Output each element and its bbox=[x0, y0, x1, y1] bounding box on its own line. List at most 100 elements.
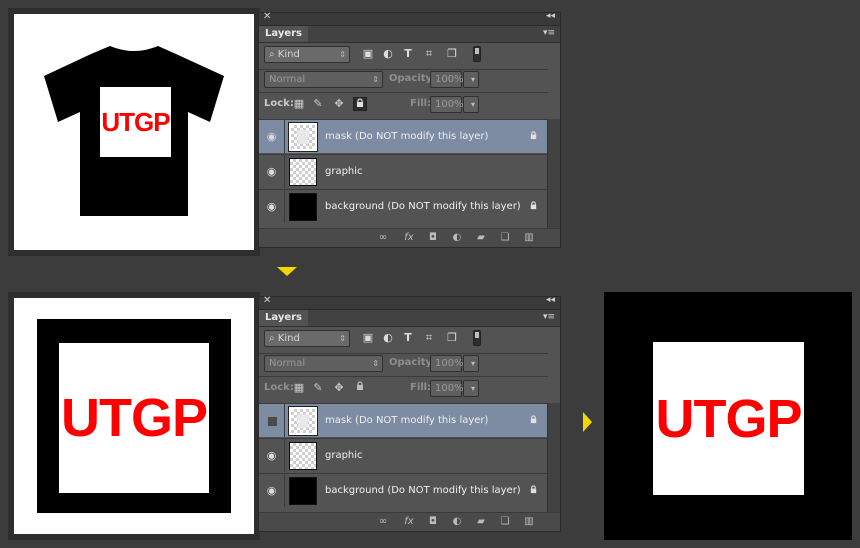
dropdown-arrow-icon: ▾ bbox=[470, 100, 475, 109]
updown-arrow-icon: ⇕ bbox=[372, 359, 379, 368]
collapse-icon[interactable]: ◂◂ bbox=[546, 11, 555, 21]
type-filter-icon[interactable]: T bbox=[401, 47, 415, 61]
lock-transparent-icon[interactable]: ▦ bbox=[292, 97, 306, 111]
layer-row-mask[interactable]: ◉ mask (Do NOT modify this layer) bbox=[259, 119, 548, 153]
tab-layers[interactable]: Layers bbox=[259, 310, 308, 326]
right-arrow-icon bbox=[583, 412, 592, 432]
eye-icon[interactable]: ◉ bbox=[259, 190, 285, 223]
blend-mode-select[interactable]: Normal ⇕ bbox=[264, 355, 383, 372]
panel-titlebar: ✕ ◂◂ bbox=[259, 295, 560, 310]
new-layer-icon[interactable]: ❏ bbox=[499, 232, 511, 244]
divider bbox=[259, 92, 548, 93]
filter-toggle[interactable] bbox=[473, 46, 481, 62]
layers-panel-bottom: ✕ ◂◂ Layers ▾≡ ⌕ Kind ⇕ ▣ ◐ T ⌗ ❐ Normal… bbox=[258, 295, 561, 532]
adjustment-icon[interactable]: ◐ bbox=[451, 516, 463, 528]
layer-row-background[interactable]: ◉ background (Do NOT modify this layer) bbox=[259, 189, 548, 223]
visibility-toggle-off[interactable] bbox=[259, 404, 285, 437]
blend-mode-select[interactable]: Normal ⇕ bbox=[264, 71, 383, 88]
filter-kind-select[interactable]: ⌕ Kind ⇕ bbox=[264, 46, 350, 63]
type-filter-icon[interactable]: T bbox=[401, 331, 415, 345]
add-mask-icon[interactable]: ◘ bbox=[427, 516, 439, 528]
close-icon[interactable]: ✕ bbox=[263, 295, 271, 306]
shape-filter-icon[interactable]: ⌗ bbox=[422, 331, 436, 345]
lock-label: Lock: bbox=[264, 382, 294, 393]
graphic-thumbnail bbox=[289, 158, 317, 186]
fill-dropdown[interactable]: ▾ bbox=[463, 380, 479, 397]
pixel-filter-icon[interactable]: ▣ bbox=[361, 331, 375, 345]
layer-row-graphic[interactable]: ◉ graphic bbox=[259, 154, 548, 188]
panel-tabbar: Layers ▾≡ bbox=[259, 26, 560, 43]
fx-icon[interactable]: fx bbox=[403, 516, 415, 528]
pixel-filter-icon[interactable]: ▣ bbox=[361, 47, 375, 61]
tab-layers[interactable]: Layers bbox=[259, 26, 308, 42]
link-icon[interactable]: ∞ bbox=[377, 232, 389, 244]
panel-menu-icon[interactable]: ▾≡ bbox=[543, 28, 555, 38]
result-logo-graphic: UTGP bbox=[653, 342, 804, 495]
smart-object-filter-icon[interactable]: ❐ bbox=[445, 47, 459, 61]
eye-icon[interactable]: ◉ bbox=[259, 439, 285, 472]
layer-row-graphic[interactable]: ◉ graphic bbox=[259, 438, 548, 472]
layers-scrollbar[interactable] bbox=[547, 403, 560, 513]
trash-icon[interactable]: ▥ bbox=[523, 516, 535, 528]
panel-tabbar: Layers ▾≡ bbox=[259, 310, 560, 327]
add-mask-icon[interactable]: ◘ bbox=[427, 232, 439, 244]
updown-arrow-icon: ⇕ bbox=[339, 50, 346, 59]
opacity-field[interactable]: 100% bbox=[430, 71, 464, 88]
lock-all-icon[interactable] bbox=[353, 97, 367, 111]
result-logo-text: UTGP bbox=[655, 388, 802, 449]
layer-row-background[interactable]: ◉ background (Do NOT modify this layer) bbox=[259, 473, 548, 507]
padlock-icon bbox=[530, 485, 537, 494]
background-thumbnail bbox=[289, 193, 317, 221]
opacity-value: 100% bbox=[435, 358, 464, 369]
fill-dropdown[interactable]: ▾ bbox=[463, 96, 479, 113]
lock-all-icon[interactable] bbox=[353, 381, 367, 395]
eye-icon[interactable]: ◉ bbox=[259, 155, 285, 188]
filter-toggle[interactable] bbox=[473, 330, 481, 346]
shape-filter-icon[interactable]: ⌗ bbox=[422, 47, 436, 61]
lock-image-icon[interactable]: ✎ bbox=[311, 381, 325, 395]
filter-kind-label: Kind bbox=[277, 49, 300, 60]
padlock-icon bbox=[530, 131, 537, 140]
folder-icon[interactable]: ▰ bbox=[475, 232, 487, 244]
opacity-label: Opacity: bbox=[389, 357, 437, 368]
top-logo-text: UTGP bbox=[101, 106, 170, 137]
filter-kind-select[interactable]: ⌕ Kind ⇕ bbox=[264, 330, 350, 347]
adjustment-icon[interactable]: ◐ bbox=[451, 232, 463, 244]
layer-name: mask (Do NOT modify this layer) bbox=[325, 131, 489, 142]
adjustment-filter-icon[interactable]: ◐ bbox=[381, 47, 395, 61]
opacity-dropdown[interactable]: ▾ bbox=[463, 355, 479, 372]
filter-kind-label: Kind bbox=[277, 333, 300, 344]
fill-field[interactable]: 100% bbox=[430, 380, 464, 397]
lock-transparent-icon[interactable]: ▦ bbox=[292, 381, 306, 395]
lock-label: Lock: bbox=[264, 98, 294, 109]
folder-icon[interactable]: ▰ bbox=[475, 516, 487, 528]
divider bbox=[259, 353, 548, 354]
fill-field[interactable]: 100% bbox=[430, 96, 464, 113]
eye-icon[interactable]: ◉ bbox=[259, 120, 285, 153]
trash-icon[interactable]: ▥ bbox=[523, 232, 535, 244]
layer-name: background (Do NOT modify this layer) bbox=[325, 485, 521, 496]
new-layer-icon[interactable]: ❏ bbox=[499, 516, 511, 528]
lock-position-icon[interactable]: ✥ bbox=[332, 97, 346, 111]
panel-bottom-bar: ∞ fx ◘ ◐ ▰ ❏ ▥ bbox=[259, 228, 560, 247]
close-icon[interactable]: ✕ bbox=[263, 11, 271, 22]
adjustment-filter-icon[interactable]: ◐ bbox=[381, 331, 395, 345]
bottom-canvas: UTGP bbox=[14, 298, 254, 534]
opacity-dropdown[interactable]: ▾ bbox=[463, 71, 479, 88]
eye-icon[interactable]: ◉ bbox=[259, 474, 285, 507]
opacity-field[interactable]: 100% bbox=[430, 355, 464, 372]
fx-icon[interactable]: fx bbox=[403, 232, 415, 244]
lock-position-icon[interactable]: ✥ bbox=[332, 381, 346, 395]
smart-object-filter-icon[interactable]: ❐ bbox=[445, 331, 459, 345]
updown-arrow-icon: ⇕ bbox=[372, 75, 379, 84]
panel-menu-icon[interactable]: ▾≡ bbox=[543, 312, 555, 322]
lock-image-icon[interactable]: ✎ bbox=[311, 97, 325, 111]
link-icon[interactable]: ∞ bbox=[377, 516, 389, 528]
collapse-icon[interactable]: ◂◂ bbox=[546, 295, 555, 305]
opacity-label: Opacity: bbox=[389, 73, 437, 84]
divider bbox=[259, 69, 548, 70]
layer-row-mask[interactable]: mask (Do NOT modify this layer) bbox=[259, 403, 548, 437]
layers-scrollbar[interactable] bbox=[547, 119, 560, 229]
opacity-value: 100% bbox=[435, 74, 464, 85]
search-icon: ⌕ bbox=[269, 333, 275, 344]
